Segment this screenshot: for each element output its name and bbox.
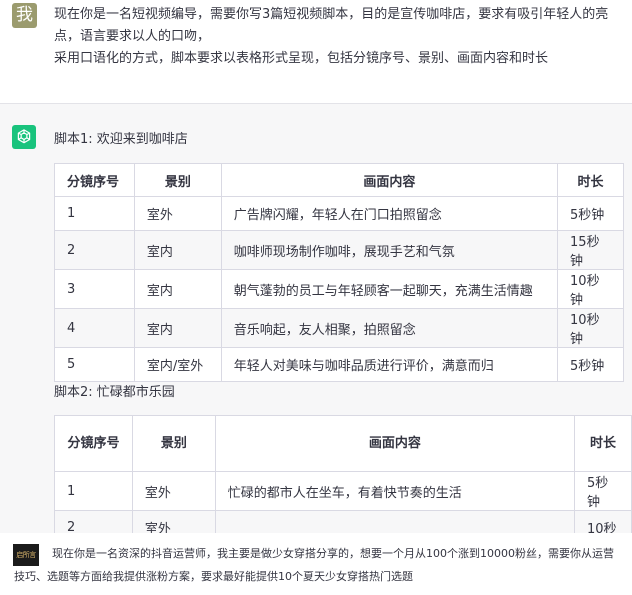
cell-content: 广告牌闪耀，年轻人在门口拍照留念 bbox=[220, 196, 559, 231]
cell-scene: 室内 bbox=[133, 230, 222, 270]
cell-scene: 室外 bbox=[133, 196, 222, 231]
table-row: 5 室内/室外 年轻人对美味与咖啡品质进行评价，满意而归 5秒钟 bbox=[54, 347, 624, 382]
cell-content: 忙碌的都市人在坐车，有着快节奏的生活 bbox=[214, 471, 576, 511]
user-message-line2: 采用口语化的方式，脚本要求以表格形式呈现，包括分镜序号、景别、画面内容和时长 bbox=[54, 51, 549, 66]
header-shot-number: 分镜序号 bbox=[54, 415, 133, 472]
header-content: 画面内容 bbox=[214, 415, 576, 472]
cell-shot: 3 bbox=[54, 269, 135, 309]
header-shot-number: 分镜序号 bbox=[54, 163, 135, 197]
script2-table: 分镜序号 景别 画面内容 时长 1 室外 忙碌的都市人在坐车，有着快节奏的生活 … bbox=[54, 415, 632, 545]
script1-table: 分镜序号 景别 画面内容 时长 1 室外 广告牌闪耀，年轻人在门口拍照留念 5秒… bbox=[54, 163, 624, 382]
script1-title: 脚本1: 欢迎来到咖啡店 bbox=[54, 132, 188, 147]
cell-shot: 2 bbox=[54, 230, 135, 270]
cell-scene: 室外 bbox=[131, 471, 216, 511]
cell-duration: 5秒钟 bbox=[557, 196, 624, 231]
cell-content: 年轻人对美味与咖啡品质进行评价，满意而归 bbox=[220, 347, 559, 382]
header-scene: 景别 bbox=[133, 163, 222, 197]
cell-scene: 室内 bbox=[133, 269, 222, 309]
header-duration: 时长 bbox=[574, 415, 632, 472]
cell-shot: 1 bbox=[54, 196, 135, 231]
assistant-message: 脚本1: 欢迎来到咖啡店 分镜序号 景别 画面内容 时长 1 室外 广告牌闪耀，… bbox=[0, 103, 632, 545]
openai-logo-icon bbox=[12, 125, 36, 149]
cell-scene: 室内 bbox=[133, 308, 222, 348]
header-scene: 景别 bbox=[131, 415, 216, 472]
cell-shot: 1 bbox=[54, 471, 133, 511]
user-message: 我 现在你是一名短视频编导，需要你写3篇短视频脚本，目的是宣传咖啡店，要求有吸引… bbox=[0, 0, 632, 103]
cell-duration: 10秒钟 bbox=[557, 308, 624, 348]
table-row: 2 室内 咖啡师现场制作咖啡，展现手艺和气氛 15秒钟 bbox=[54, 230, 624, 270]
user-avatar: 我 bbox=[12, 3, 37, 28]
cell-duration: 10秒钟 bbox=[557, 269, 624, 309]
table-row: 1 室外 忙碌的都市人在坐车，有着快节奏的生活 5秒钟 bbox=[54, 471, 632, 511]
cell-duration: 5秒钟 bbox=[574, 471, 632, 511]
table-header-row: 分镜序号 景别 画面内容 时长 bbox=[54, 415, 632, 472]
user-message-text: 现在你是一名短视频编导，需要你写3篇短视频脚本，目的是宣传咖啡店，要求有吸引年轻… bbox=[54, 4, 629, 70]
cell-content: 咖啡师现场制作咖啡，展现手艺和气氛 bbox=[220, 230, 559, 270]
table-row: 3 室内 朝气蓬勃的员工与年轻顾客一起聊天，充满生活情趣 10秒钟 bbox=[54, 269, 624, 309]
cell-shot: 5 bbox=[54, 347, 135, 382]
user-message-line1: 现在你是一名短视频编导，需要你写3篇短视频脚本，目的是宣传咖啡店，要求有吸引年轻… bbox=[54, 7, 609, 44]
cell-scene: 室内/室外 bbox=[133, 347, 222, 382]
next-user-message: 启所言 现在你是一名资深的抖音运营师，我主要是做少女穿搭分享的，想要一个月从10… bbox=[0, 533, 632, 595]
cell-duration: 5秒钟 bbox=[557, 347, 624, 382]
cell-content: 音乐响起，友人相聚，拍照留念 bbox=[220, 308, 559, 348]
cell-shot: 4 bbox=[54, 308, 135, 348]
table-row: 1 室外 广告牌闪耀，年轻人在门口拍照留念 5秒钟 bbox=[54, 196, 624, 231]
script2-title: 脚本2: 忙碌都市乐园 bbox=[54, 385, 175, 400]
cell-content: 朝气蓬勃的员工与年轻顾客一起聊天，充满生活情趣 bbox=[220, 269, 559, 309]
table-header-row: 分镜序号 景别 画面内容 时长 bbox=[54, 163, 624, 197]
table-row: 4 室内 音乐响起，友人相聚，拍照留念 10秒钟 bbox=[54, 308, 624, 348]
header-duration: 时长 bbox=[557, 163, 624, 197]
header-content: 画面内容 bbox=[220, 163, 559, 197]
cell-duration: 15秒钟 bbox=[557, 230, 624, 270]
next-user-message-text: 现在你是一名资深的抖音运营师，我主要是做少女穿搭分享的，想要一个月从100个涨到… bbox=[14, 547, 614, 583]
